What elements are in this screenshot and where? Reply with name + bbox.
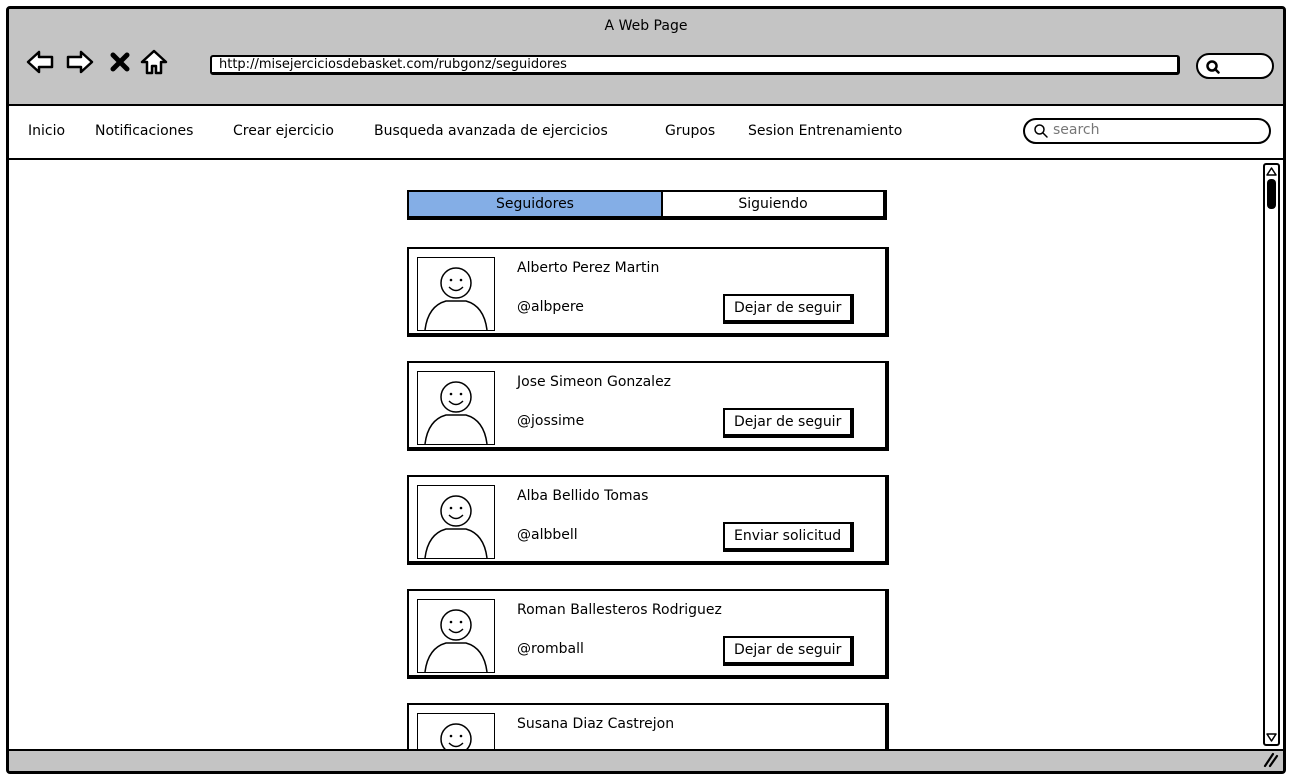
user-handle: @albpere <box>517 299 584 315</box>
menu-item-crear-ejercicio[interactable]: Crear ejercicio <box>233 123 334 139</box>
avatar <box>417 257 495 331</box>
browser-title-bar: A Web Page http://misejerciciosdebasket.… <box>9 9 1283 106</box>
user-name: Alba Bellido Tomas <box>517 488 649 504</box>
menu-bar: Inicio Notificaciones Crear ejercicio Bu… <box>9 106 1283 160</box>
search-icon <box>1034 124 1048 138</box>
scroll-up-icon[interactable] <box>1266 166 1277 177</box>
back-icon[interactable] <box>25 47 55 77</box>
resize-grip-icon[interactable] <box>1261 750 1279 768</box>
unfollow-button[interactable]: Dejar de seguir <box>723 636 855 666</box>
user-card: Alberto Perez Martin @albpere Dejar de s… <box>407 247 889 337</box>
tab-seguidores[interactable]: Seguidores <box>409 192 663 216</box>
avatar <box>417 485 495 559</box>
unfollow-button[interactable]: Dejar de seguir <box>723 408 855 438</box>
user-name: Roman Ballesteros Rodriguez <box>517 602 722 618</box>
forward-icon[interactable] <box>65 47 95 77</box>
page-content: Seguidores Siguiendo Alberto Perez Marti… <box>9 160 1283 749</box>
unfollow-button[interactable]: Dejar de seguir <box>723 294 855 324</box>
search-input[interactable]: search <box>1023 118 1271 144</box>
avatar-icon <box>424 495 488 558</box>
avatar-icon <box>440 723 472 749</box>
avatar <box>417 371 495 445</box>
follow-tabs: Seguidores Siguiendo <box>407 190 887 220</box>
scrollbar-thumb[interactable] <box>1267 179 1276 209</box>
user-handle: @romball <box>517 641 584 657</box>
user-handle: @albbell <box>517 527 578 543</box>
window-title: A Web Page <box>604 18 688 34</box>
address-bar[interactable]: http://misejerciciosdebasket.com/rubgonz… <box>210 55 1180 75</box>
menu-item-notificaciones[interactable]: Notificaciones <box>95 123 193 139</box>
tab-siguiendo[interactable]: Siguiendo <box>663 192 883 216</box>
user-name: Alberto Perez Martin <box>517 260 660 276</box>
user-card: Alba Bellido Tomas @albbell Enviar solic… <box>407 475 889 565</box>
menu-item-grupos[interactable]: Grupos <box>665 123 715 139</box>
home-icon[interactable] <box>139 47 169 77</box>
avatar-icon <box>424 609 488 672</box>
browser-search-button[interactable] <box>1196 53 1274 79</box>
avatar-icon <box>424 267 488 330</box>
scroll-down-icon[interactable] <box>1266 732 1277 743</box>
user-handle: @jossime <box>517 413 585 429</box>
search-placeholder: search <box>1053 122 1100 138</box>
menu-item-sesion-entrenamiento[interactable]: Sesion Entrenamiento <box>748 123 902 139</box>
user-card: Susana Diaz Castrejon <box>407 703 889 749</box>
user-name: Susana Diaz Castrejon <box>517 716 675 732</box>
avatar <box>417 599 495 673</box>
send-request-button[interactable]: Enviar solicitud <box>723 522 855 552</box>
close-icon[interactable] <box>105 47 135 77</box>
avatar <box>417 713 495 749</box>
user-card: Jose Simeon Gonzalez @jossime Dejar de s… <box>407 361 889 451</box>
browser-window: A Web Page http://misejerciciosdebasket.… <box>6 6 1286 774</box>
menu-item-inicio[interactable]: Inicio <box>28 123 65 139</box>
search-icon <box>1206 60 1220 74</box>
avatar-icon <box>424 381 488 444</box>
vertical-scrollbar[interactable] <box>1263 163 1280 746</box>
user-card: Roman Ballesteros Rodriguez @romball Dej… <box>407 589 889 679</box>
user-name: Jose Simeon Gonzalez <box>517 374 672 390</box>
status-bar <box>9 749 1283 771</box>
menu-item-busqueda-avanzada[interactable]: Busqueda avanzada de ejercicios <box>374 123 608 139</box>
